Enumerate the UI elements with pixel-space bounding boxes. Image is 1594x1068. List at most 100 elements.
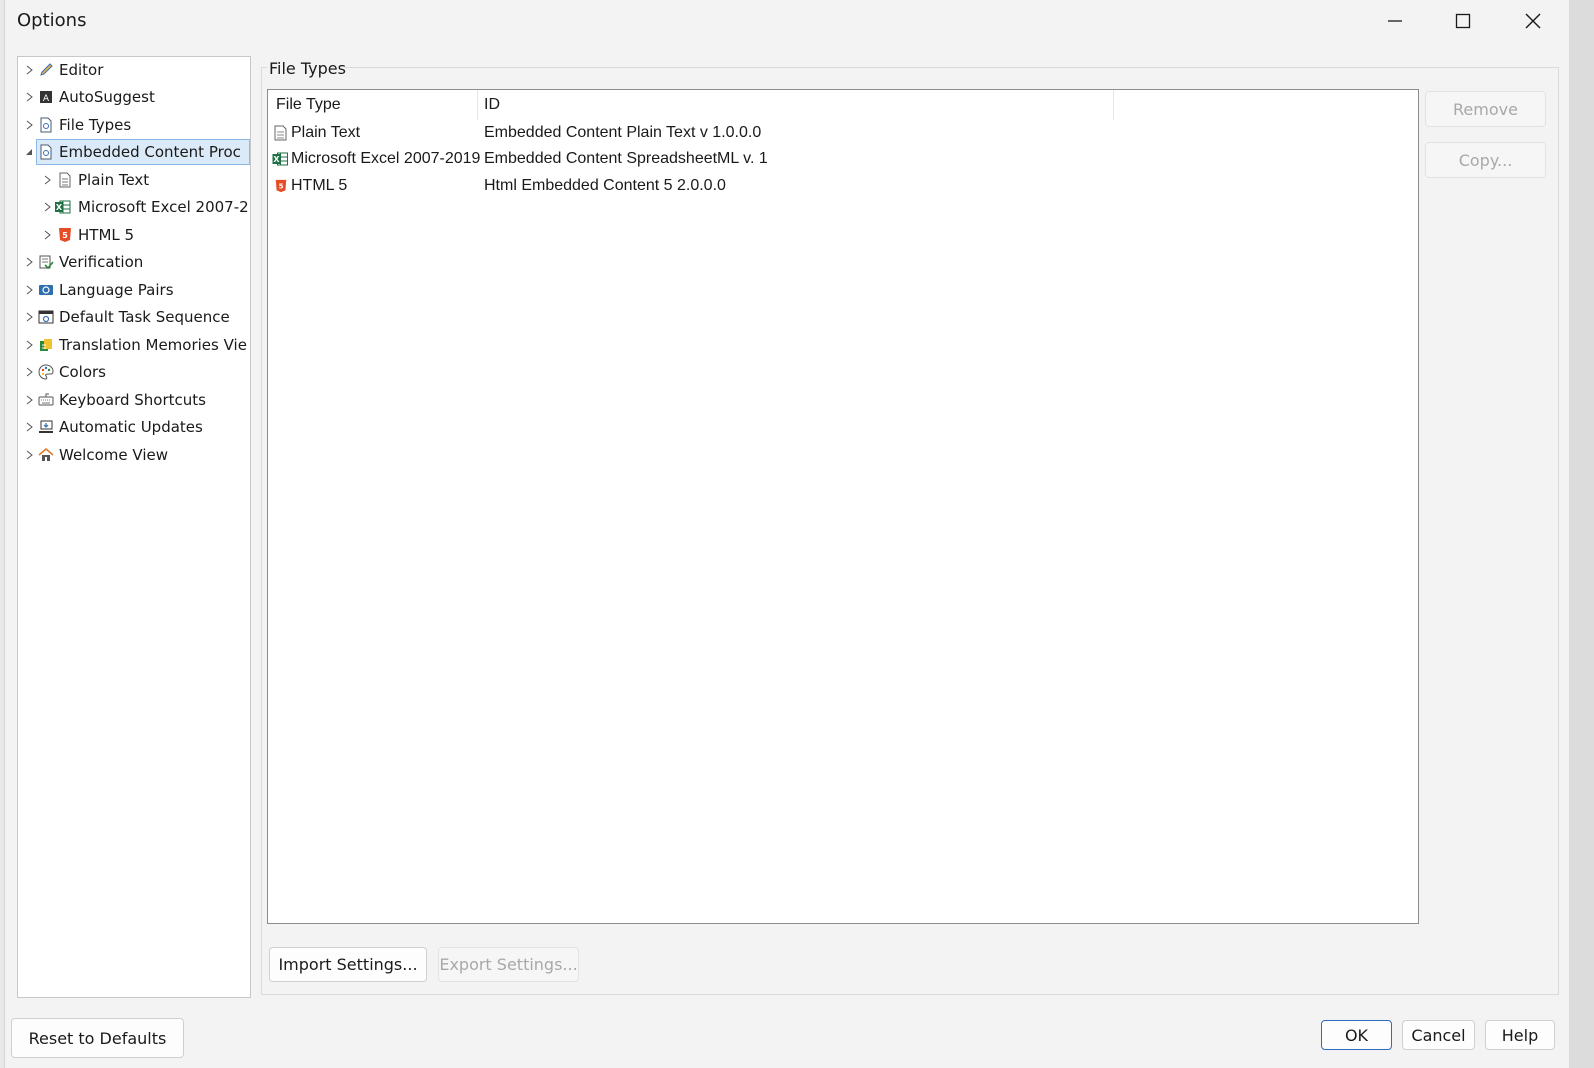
- text-document-icon: [59, 172, 71, 188]
- ok-button[interactable]: OK: [1321, 1020, 1392, 1050]
- tree-item-default-task-sequence[interactable]: Default Task Sequence: [18, 304, 250, 330]
- minimize-icon: [1388, 20, 1402, 22]
- excel-icon: X: [272, 152, 288, 166]
- file-types-list[interactable]: File Type ID Plain Text Embedded Content…: [267, 89, 1419, 924]
- home-icon: [38, 447, 54, 461]
- close-icon: [1525, 13, 1541, 29]
- options-tree[interactable]: Editor A AutoSuggest File Types Embedded…: [17, 56, 251, 998]
- tree-item-label: Embedded Content Proc: [59, 143, 241, 161]
- tree-item-plain-text[interactable]: Plain Text: [18, 167, 250, 193]
- window-title: Options: [17, 10, 87, 31]
- tree-item-file-types[interactable]: File Types: [18, 112, 250, 138]
- task-sequence-icon: [38, 310, 54, 324]
- expand-arrow-icon[interactable]: [26, 367, 34, 377]
- tree-item-label: File Types: [59, 116, 132, 134]
- expand-arrow-icon[interactable]: [26, 340, 34, 350]
- tree-item-html5[interactable]: 5 HTML 5: [18, 222, 250, 248]
- tree-item-label: HTML 5: [78, 226, 135, 244]
- tree-item-keyboard-shortcuts[interactable]: Keyboard Shortcuts: [18, 387, 250, 413]
- cell-id: Html Embedded Content 5 2.0.0.0: [484, 177, 726, 194]
- translation-memory-icon: [40, 339, 52, 351]
- import-settings-button[interactable]: Import Settings...: [269, 947, 427, 982]
- expand-arrow-icon[interactable]: [26, 92, 34, 102]
- column-separator[interactable]: [1113, 90, 1114, 120]
- expand-arrow-icon[interactable]: [26, 65, 34, 75]
- text-document-icon: [274, 125, 287, 141]
- expand-arrow-icon[interactable]: [26, 422, 34, 432]
- cancel-button[interactable]: Cancel: [1402, 1020, 1475, 1050]
- expand-arrow-icon[interactable]: [26, 395, 34, 405]
- expand-arrow-icon[interactable]: [26, 450, 34, 460]
- tree-item-excel[interactable]: X Microsoft Excel 2007-2: [18, 194, 250, 220]
- expand-arrow-icon[interactable]: [26, 312, 34, 322]
- help-button[interactable]: Help: [1485, 1020, 1555, 1050]
- reset-to-defaults-button[interactable]: Reset to Defaults: [11, 1018, 184, 1058]
- tree-item-colors[interactable]: Colors: [18, 359, 250, 385]
- svg-text:X: X: [56, 203, 63, 212]
- svg-text:X: X: [273, 155, 280, 164]
- column-header-file-type[interactable]: File Type: [276, 96, 341, 114]
- expand-arrow-icon[interactable]: [44, 230, 52, 240]
- expand-arrow-icon[interactable]: [44, 175, 52, 185]
- group-label: File Types: [269, 59, 346, 78]
- tree-item-label: Editor: [59, 61, 104, 79]
- options-dialog: Options Editor A AutoSuggest File Types: [4, 0, 1569, 1068]
- collapse-arrow-icon[interactable]: [25, 147, 33, 157]
- title-bar: Options: [5, 0, 1569, 42]
- expand-arrow-icon[interactable]: [26, 285, 34, 295]
- cell-file-type: Plain Text: [291, 124, 361, 141]
- svg-text:5: 5: [279, 183, 284, 191]
- cell-id: Embedded Content Plain Text v 1.0.0.0: [484, 124, 762, 141]
- tree-item-autosuggest[interactable]: A AutoSuggest: [18, 84, 250, 110]
- close-button[interactable]: [1498, 0, 1568, 42]
- svg-text:5: 5: [62, 231, 68, 240]
- tree-item-label: Keyboard Shortcuts: [59, 391, 206, 409]
- column-header-id[interactable]: ID: [484, 96, 500, 114]
- table-row[interactable]: X Microsoft Excel 2007-2019 Embedded Con…: [268, 147, 1418, 173]
- desktop-background: [1568, 0, 1594, 1068]
- pencil-icon: [40, 63, 53, 76]
- copy-button[interactable]: Copy...: [1425, 142, 1546, 178]
- palette-icon: [38, 364, 54, 380]
- cell-file-type: Microsoft Excel 2007-2019: [291, 150, 481, 167]
- tree-item-label: Plain Text: [78, 171, 150, 189]
- tree-item-label: Verification: [59, 253, 144, 271]
- language-pairs-icon: [39, 285, 53, 295]
- tree-item-welcome-view[interactable]: Welcome View: [18, 442, 250, 468]
- expand-arrow-icon[interactable]: [44, 202, 52, 212]
- table-row[interactable]: Plain Text Embedded Content Plain Text v…: [268, 121, 1418, 147]
- tree-item-embedded-content[interactable]: Embedded Content Proc: [18, 139, 250, 165]
- tree-item-label: Translation Memories Vie: [59, 336, 247, 354]
- excel-icon: X: [55, 200, 71, 214]
- tree-item-label: Welcome View: [59, 446, 168, 464]
- cell-id: Embedded Content SpreadsheetML v. 1: [484, 150, 768, 167]
- tree-item-label: Automatic Updates: [59, 418, 203, 436]
- export-settings-button[interactable]: Export Settings...: [438, 947, 579, 982]
- table-row[interactable]: 5 HTML 5 Html Embedded Content 5 2.0.0.0: [268, 174, 1418, 200]
- autosuggest-icon: A: [40, 91, 52, 104]
- maximize-button[interactable]: [1428, 0, 1498, 42]
- list-header: File Type ID: [268, 90, 1418, 120]
- group-frame-top: [345, 67, 1559, 68]
- tree-item-automatic-updates[interactable]: Automatic Updates: [18, 414, 250, 440]
- maximize-icon: [1455, 13, 1471, 29]
- expand-arrow-icon[interactable]: [26, 120, 34, 130]
- verification-icon: [39, 255, 54, 270]
- expand-arrow-icon[interactable]: [26, 257, 34, 267]
- tree-item-language-pairs[interactable]: Language Pairs: [18, 277, 250, 303]
- file-types-icon: [40, 117, 52, 133]
- svg-text:A: A: [43, 94, 50, 104]
- minimize-button[interactable]: [1360, 0, 1430, 42]
- column-separator[interactable]: [477, 90, 478, 120]
- remove-button[interactable]: Remove: [1425, 91, 1546, 127]
- tree-item-translation-memories[interactable]: Translation Memories Vie: [18, 332, 250, 358]
- tree-item-verification[interactable]: Verification: [18, 249, 250, 275]
- updates-icon: [39, 420, 53, 433]
- tree-item-label: AutoSuggest: [59, 88, 155, 106]
- embedded-content-icon: [40, 144, 52, 160]
- tree-item-label: Colors: [59, 363, 106, 381]
- html5-icon: 5: [275, 179, 287, 193]
- keyboard-icon: [38, 393, 54, 406]
- tree-item-label: Default Task Sequence: [59, 308, 230, 326]
- tree-item-editor[interactable]: Editor: [18, 57, 250, 83]
